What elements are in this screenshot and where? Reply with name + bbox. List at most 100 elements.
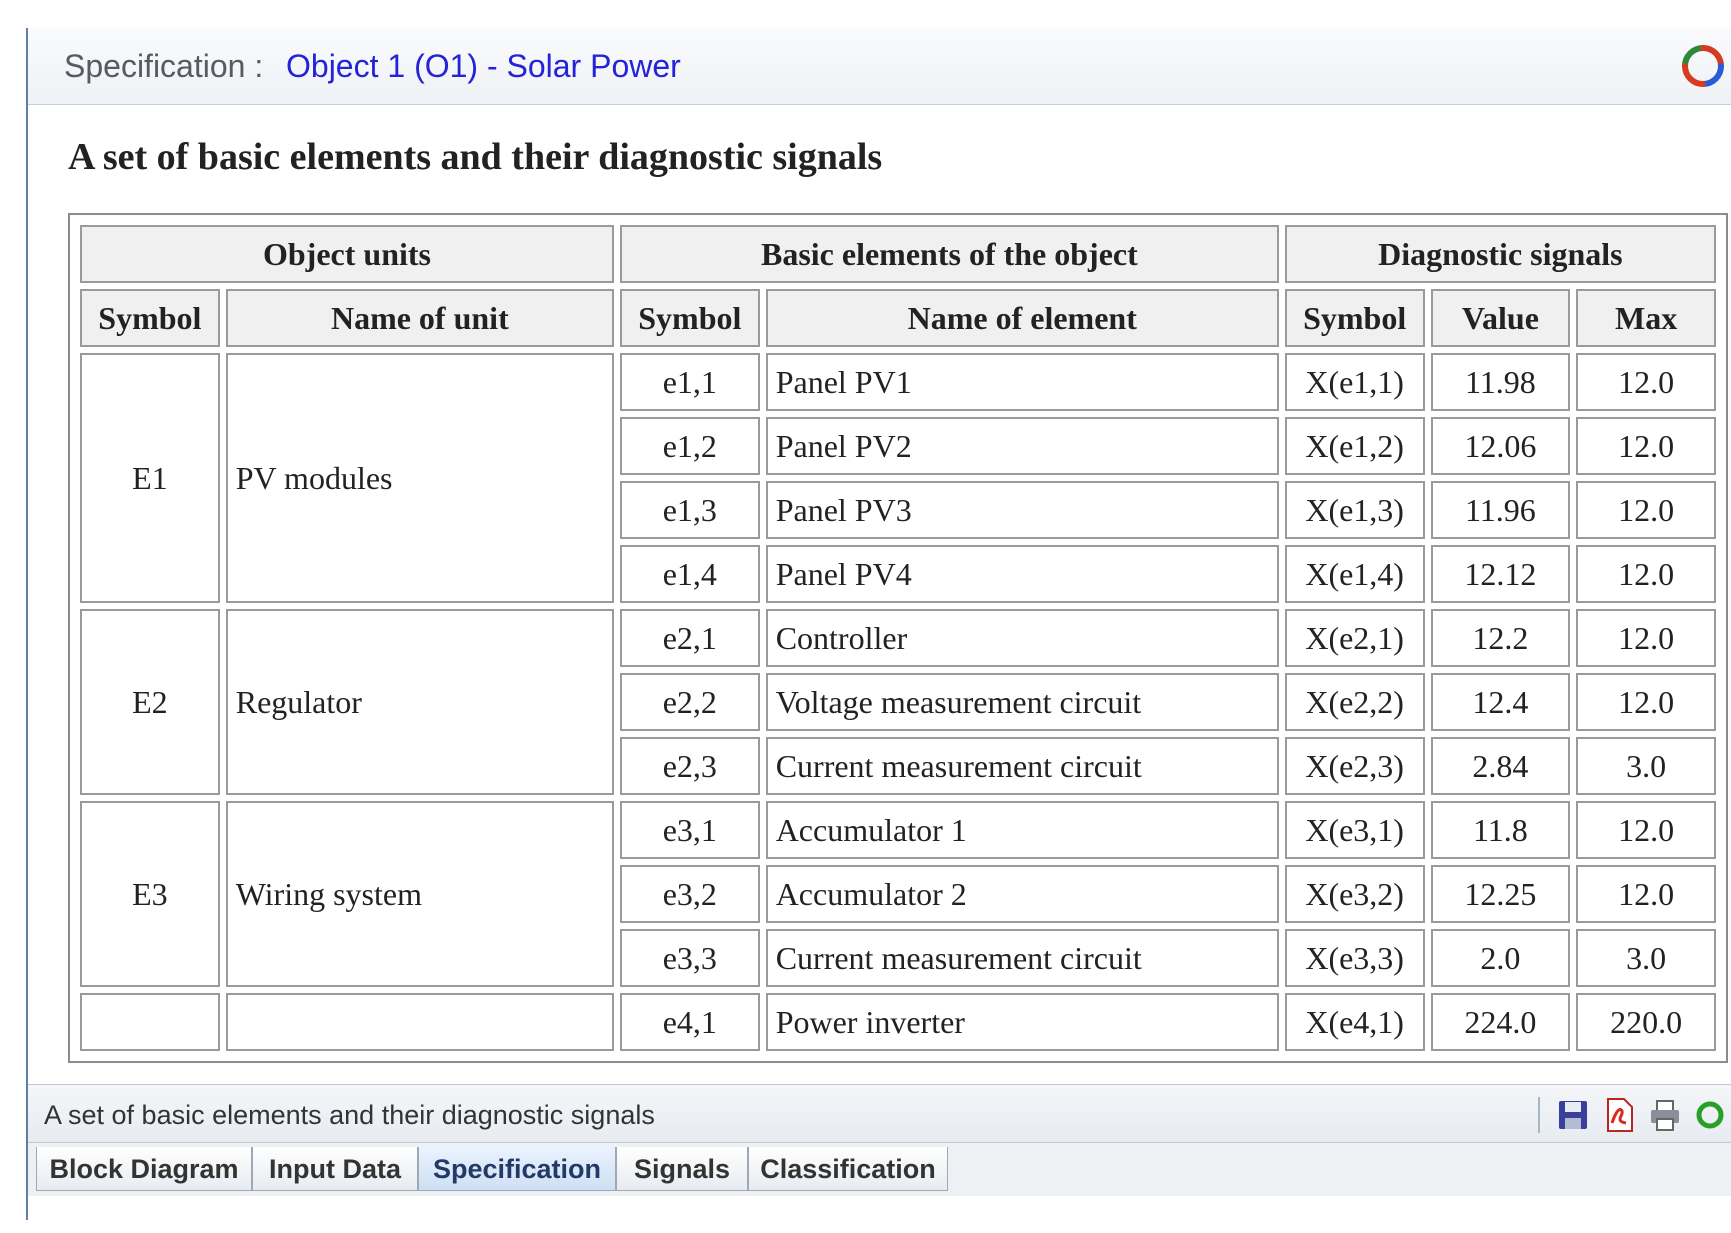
tab-input-data[interactable]: Input Data bbox=[252, 1147, 418, 1191]
save-icon[interactable] bbox=[1556, 1097, 1590, 1133]
column-header-value: Value bbox=[1430, 289, 1571, 347]
unit-symbol-cell bbox=[80, 993, 220, 1051]
element-symbol-cell: e2,1 bbox=[619, 609, 760, 667]
element-symbol-cell: e2,3 bbox=[619, 737, 760, 795]
tab-classification[interactable]: Classification bbox=[748, 1147, 948, 1191]
unit-symbol-cell: E2 bbox=[80, 609, 220, 795]
refresh-icon[interactable] bbox=[1692, 1097, 1726, 1133]
signal-value-cell: 2.0 bbox=[1430, 929, 1571, 987]
column-header-element-symbol: Symbol bbox=[619, 289, 760, 347]
signal-max-cell: 220.0 bbox=[1576, 993, 1716, 1051]
signal-max-cell: 12.0 bbox=[1576, 865, 1716, 923]
signal-value-cell: 224.0 bbox=[1430, 993, 1571, 1051]
element-name-cell: Panel PV1 bbox=[765, 353, 1279, 411]
signal-max-cell: 12.0 bbox=[1576, 609, 1716, 667]
signal-symbol-cell: X(e1,1) bbox=[1284, 353, 1425, 411]
element-symbol-cell: e3,3 bbox=[619, 929, 760, 987]
signal-max-cell: 3.0 bbox=[1576, 929, 1716, 987]
element-name-cell: Panel PV3 bbox=[765, 481, 1279, 539]
footer-separator bbox=[1538, 1097, 1540, 1133]
element-name-cell: Panel PV4 bbox=[765, 545, 1279, 603]
print-icon[interactable] bbox=[1648, 1097, 1682, 1133]
element-name-cell: Accumulator 2 bbox=[765, 865, 1279, 923]
signal-value-cell: 12.4 bbox=[1430, 673, 1571, 731]
unit-name-cell: Regulator bbox=[225, 609, 614, 795]
signal-symbol-cell: X(e3,2) bbox=[1284, 865, 1425, 923]
footer-bar: A set of basic elements and their diagno… bbox=[28, 1084, 1731, 1143]
element-symbol-cell: e1,3 bbox=[619, 481, 760, 539]
table-row: E1 PV modules e1,1 Panel PV1 X(e1,1) 11.98 12.… bbox=[80, 353, 1716, 603]
column-header-unit-symbol: Symbol bbox=[80, 289, 220, 347]
signal-value-cell: 12.12 bbox=[1430, 545, 1571, 603]
group-header-diagnostic-signals: Diagnostic signals bbox=[1284, 225, 1716, 283]
signal-value-cell: 11.8 bbox=[1430, 801, 1571, 859]
element-name-cell: Voltage measurement circuit bbox=[765, 673, 1279, 731]
element-name-cell: Current measurement circuit bbox=[765, 929, 1279, 987]
elements-table: Object units Basic elements of the objec… bbox=[74, 219, 1722, 1057]
signal-value-cell: 11.98 bbox=[1430, 353, 1571, 411]
unit-symbol-cell: E3 bbox=[80, 801, 220, 987]
column-header-max: Max bbox=[1576, 289, 1716, 347]
signal-symbol-cell: X(e1,3) bbox=[1284, 481, 1425, 539]
element-symbol-cell: e1,1 bbox=[619, 353, 760, 411]
element-name-cell: Current measurement circuit bbox=[765, 737, 1279, 795]
specification-header: Specification : Object 1 (O1) - Solar Po… bbox=[28, 28, 1731, 105]
signal-max-cell: 3.0 bbox=[1576, 737, 1716, 795]
unit-name-cell bbox=[225, 993, 614, 1051]
element-symbol-cell: e2,2 bbox=[619, 673, 760, 731]
column-header-row: Symbol Name of unit Symbol Name of eleme… bbox=[80, 289, 1716, 347]
signal-symbol-cell: X(e2,1) bbox=[1284, 609, 1425, 667]
signal-symbol-cell: X(e4,1) bbox=[1284, 993, 1425, 1051]
signal-max-cell: 12.0 bbox=[1576, 801, 1716, 859]
signal-symbol-cell: X(e1,4) bbox=[1284, 545, 1425, 603]
window-bottom-strip bbox=[28, 1196, 1731, 1220]
unit-name-cell: PV modules bbox=[225, 353, 614, 603]
element-symbol-cell: e1,2 bbox=[619, 417, 760, 475]
table-row: E2 Regulator e2,1 Controller X(e2,1) 12.2 12.0 bbox=[80, 609, 1716, 795]
pdf-icon[interactable] bbox=[1602, 1097, 1636, 1133]
signal-max-cell: 12.0 bbox=[1576, 481, 1716, 539]
table-row: E3 Wiring system e3,1 Accumulator 1 X(e3,1) 1… bbox=[80, 801, 1716, 987]
element-symbol-cell: e3,2 bbox=[619, 865, 760, 923]
signal-value-cell: 12.06 bbox=[1430, 417, 1571, 475]
group-header-row: Object units Basic elements of the objec… bbox=[80, 225, 1716, 283]
tab-signals[interactable]: Signals bbox=[616, 1147, 748, 1191]
column-header-unit-name: Name of unit bbox=[225, 289, 614, 347]
object-title: Object 1 (O1) - Solar Power bbox=[286, 48, 681, 84]
element-symbol-cell: e4,1 bbox=[619, 993, 760, 1051]
signal-max-cell: 12.0 bbox=[1576, 545, 1716, 603]
signal-max-cell: 12.0 bbox=[1576, 673, 1716, 731]
elements-table-body: E1 PV modules e1,1 Panel PV1 X(e1,1) 11.98 12.… bbox=[80, 353, 1716, 1051]
signal-value-cell: 12.25 bbox=[1430, 865, 1571, 923]
header-label: Specification : bbox=[64, 48, 264, 84]
element-symbol-cell: e3,1 bbox=[619, 801, 760, 859]
table-row: e4,1 Power inverter X(e4,1) 224.0 220.0 bbox=[80, 993, 1716, 1051]
specification-content: A set of basic elements and their diagno… bbox=[28, 105, 1731, 1084]
unit-name-cell: Wiring system bbox=[225, 801, 614, 987]
unit-symbol-cell: E1 bbox=[80, 353, 220, 603]
group-header-basic-elements: Basic elements of the object bbox=[619, 225, 1279, 283]
elements-table-frame: Object units Basic elements of the objec… bbox=[68, 213, 1728, 1063]
element-name-cell: Power inverter bbox=[765, 993, 1279, 1051]
application-window: Specification : Object 1 (O1) - Solar Po… bbox=[26, 28, 1731, 1220]
app-logo-icon bbox=[1682, 45, 1724, 87]
signal-symbol-cell: X(e3,3) bbox=[1284, 929, 1425, 987]
element-name-cell: Panel PV2 bbox=[765, 417, 1279, 475]
tab-specification[interactable]: Specification bbox=[418, 1147, 616, 1191]
signal-value-cell: 2.84 bbox=[1430, 737, 1571, 795]
signal-value-cell: 12.2 bbox=[1430, 609, 1571, 667]
group-header-object-units: Object units bbox=[80, 225, 614, 283]
element-name-cell: Accumulator 1 bbox=[765, 801, 1279, 859]
footer-caption: A set of basic elements and their diagno… bbox=[44, 1100, 655, 1130]
signal-max-cell: 12.0 bbox=[1576, 417, 1716, 475]
element-name-cell: Controller bbox=[765, 609, 1279, 667]
tab-block-diagram[interactable]: Block Diagram bbox=[36, 1147, 252, 1191]
view-tab-bar: Block Diagram Input Data Specification Sign… bbox=[28, 1142, 1731, 1197]
element-symbol-cell: e1,4 bbox=[619, 545, 760, 603]
signal-symbol-cell: X(e2,2) bbox=[1284, 673, 1425, 731]
content-heading: A set of basic elements and their diagno… bbox=[68, 136, 883, 178]
signal-max-cell: 12.0 bbox=[1576, 353, 1716, 411]
signal-symbol-cell: X(e1,2) bbox=[1284, 417, 1425, 475]
column-header-element-name: Name of element bbox=[765, 289, 1279, 347]
signal-symbol-cell: X(e2,3) bbox=[1284, 737, 1425, 795]
